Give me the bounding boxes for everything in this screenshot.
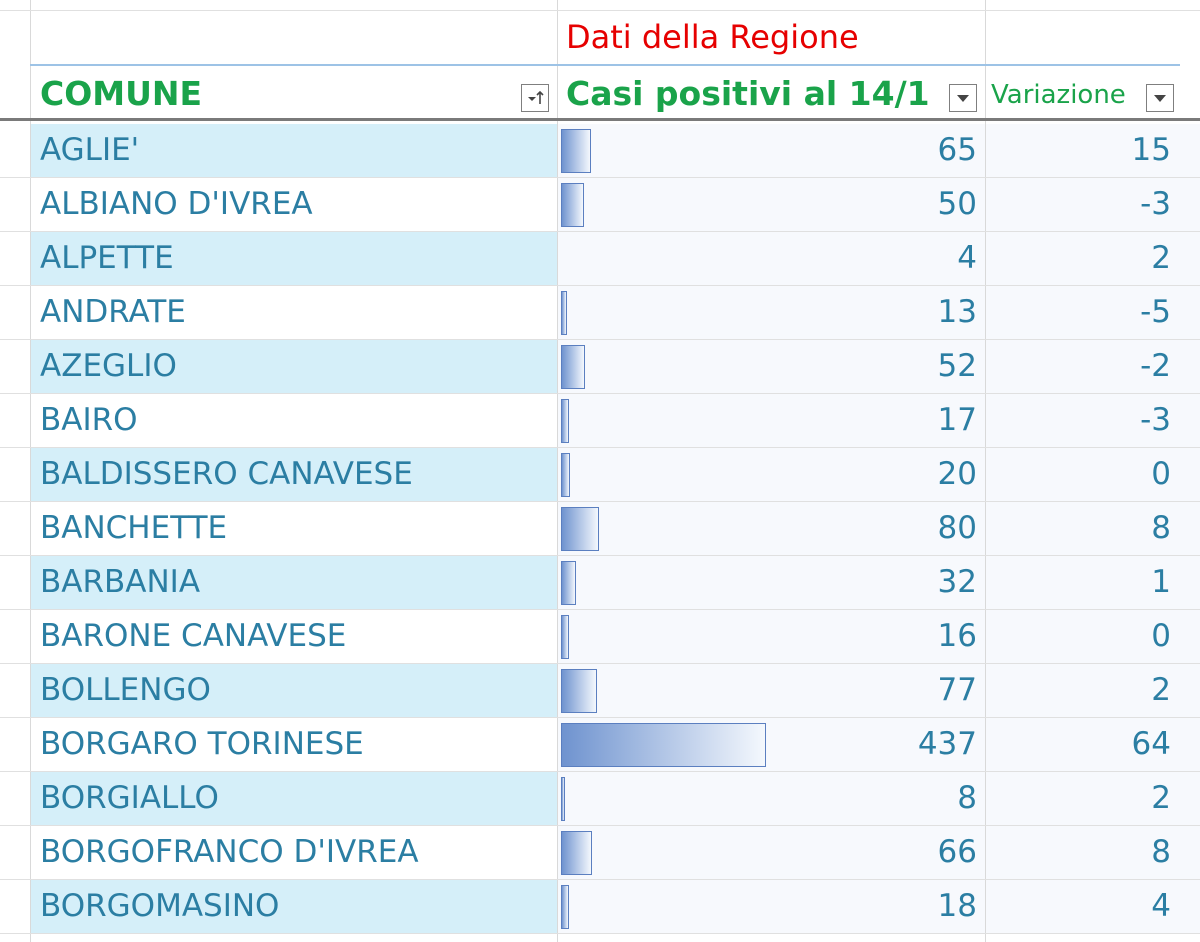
data-bar [561,183,584,227]
variazione-value: -3 [1140,402,1171,438]
data-bar [561,291,567,335]
filter-button-casi[interactable] [949,84,977,112]
casi-value: 8 [957,780,977,816]
comune-name: AZEGLIO [40,348,177,384]
filter-button-variazione[interactable] [1146,84,1174,112]
spreadsheet: Dati della Regione COMUNE Casi positivi … [0,0,1200,942]
casi-cell[interactable] [558,394,985,447]
casi-value: 52 [937,348,977,384]
data-bar [561,345,585,389]
comune-name: BARONE CANAVESE [40,618,347,654]
casi-cell[interactable] [558,502,985,555]
variazione-value: 2 [1151,240,1171,276]
casi-cell[interactable] [558,826,985,879]
casi-cell[interactable] [558,232,985,285]
comune-name: BORGOMASINO [40,888,280,924]
casi-cell[interactable] [558,610,985,663]
casi-cell[interactable] [558,286,985,339]
casi-cell[interactable] [558,124,985,177]
variazione-value: 2 [1151,780,1171,816]
table-top-border [30,64,1180,66]
data-bar [561,831,592,875]
casi-value: 4 [957,240,977,276]
variazione-value: 0 [1151,456,1171,492]
group-title: Dati della Regione [566,18,859,56]
comune-name: ALPETTE [40,240,174,276]
casi-cell[interactable] [558,772,985,825]
variazione-value: 64 [1131,726,1171,762]
casi-value: 16 [937,618,977,654]
variazione-value: 4 [1151,888,1171,924]
casi-value: 17 [937,402,977,438]
sort-filter-icon [528,90,544,104]
column-header-casi: Casi positivi al 14/1 [566,74,930,113]
variazione-value: -2 [1140,348,1171,384]
variazione-value: 8 [1151,834,1171,870]
variazione-value: -5 [1140,294,1171,330]
header-bottom-border [0,118,1200,121]
comune-name: BALDISSERO CANAVESE [40,456,413,492]
casi-value: 65 [937,132,977,168]
data-bar [561,777,565,821]
casi-value: 77 [937,672,977,708]
casi-value: 20 [937,456,977,492]
data-bar [561,561,576,605]
dropdown-arrow-icon [957,95,969,102]
data-bar [561,129,591,173]
casi-cell[interactable] [558,880,985,933]
data-bar [561,723,766,767]
data-bar [561,669,597,713]
casi-value: 437 [917,726,977,762]
variazione-value: 2 [1151,672,1171,708]
data-bar [561,615,569,659]
comune-name: BARBANIA [40,564,201,600]
dropdown-arrow-icon [1154,95,1166,102]
casi-value: 13 [937,294,977,330]
comune-name: BORGARO TORINESE [40,726,364,762]
casi-value: 18 [937,888,977,924]
variazione-value: 1 [1151,564,1171,600]
data-bar [561,507,599,551]
comune-name: ALBIANO D'IVREA [40,186,313,222]
comune-name: AGLIE' [40,132,140,168]
casi-value: 32 [937,564,977,600]
data-bar [561,399,569,443]
variazione-value: -3 [1140,186,1171,222]
data-bar [561,453,570,497]
comune-name: BANCHETTE [40,510,228,546]
comune-name: BORGOFRANCO D'IVREA [40,834,419,870]
casi-value: 50 [937,186,977,222]
casi-cell[interactable] [558,178,985,231]
sort-filter-button-comune[interactable] [521,84,549,112]
row-gridline [0,10,1200,11]
casi-value: 66 [937,834,977,870]
row-gridline [0,933,1200,934]
comune-name: BORGIALLO [40,780,219,816]
data-bar [561,885,569,929]
casi-cell[interactable] [558,664,985,717]
variazione-value: 0 [1151,618,1171,654]
variazione-value: 15 [1131,132,1171,168]
comune-name: ANDRATE [40,294,186,330]
casi-cell[interactable] [558,556,985,609]
comune-name: BOLLENGO [40,672,211,708]
column-header-variazione: Variazione [991,80,1126,110]
casi-cell[interactable] [558,340,985,393]
comune-name: BAIRO [40,402,138,438]
column-header-comune: COMUNE [40,74,203,113]
casi-cell[interactable] [558,448,985,501]
variazione-value: 8 [1151,510,1171,546]
casi-value: 80 [937,510,977,546]
